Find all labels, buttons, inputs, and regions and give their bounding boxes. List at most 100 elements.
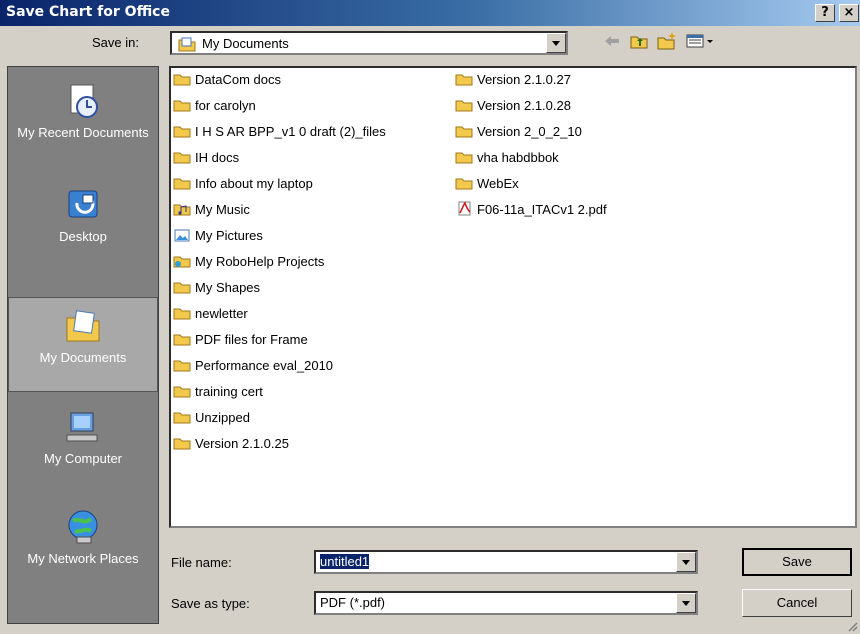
list-item[interactable]: Version 2_0_2_10 bbox=[455, 122, 582, 142]
list-item[interactable]: My Music bbox=[173, 200, 250, 220]
save-as-type-value: PDF (*.pdf) bbox=[320, 595, 386, 610]
folder-icon bbox=[455, 98, 473, 112]
chevron-down-icon[interactable] bbox=[546, 33, 566, 53]
file-name: My RoboHelp Projects bbox=[195, 254, 325, 269]
places-bar: My Recent Documents Desktop My Documents… bbox=[7, 66, 159, 624]
list-item[interactable]: Version 2.1.0.25 bbox=[173, 434, 289, 454]
place-label: My Documents bbox=[39, 350, 127, 365]
folder-icon bbox=[173, 384, 191, 398]
file-name: I H S AR BPP_v1 0 draft (2)_files bbox=[195, 124, 386, 139]
save-button[interactable]: Save bbox=[742, 548, 852, 576]
folder-icon bbox=[455, 72, 473, 86]
robohelp-folder-icon bbox=[173, 254, 191, 268]
desktop-icon bbox=[68, 190, 98, 218]
file-name: My Music bbox=[195, 202, 250, 217]
file-name: Performance eval_2010 bbox=[195, 358, 334, 373]
list-item[interactable]: F06-11a_ITACv1 2.pdf bbox=[455, 200, 607, 220]
file-name-field[interactable]: untitled1 bbox=[314, 550, 698, 574]
my-documents-icon bbox=[66, 310, 100, 342]
help-button[interactable]: ? bbox=[815, 4, 835, 22]
list-item[interactable]: My Pictures bbox=[173, 226, 263, 246]
list-item[interactable]: IH docs bbox=[173, 148, 239, 168]
place-label: My Computer bbox=[43, 451, 123, 466]
list-item[interactable]: WebEx bbox=[455, 174, 519, 194]
file-name: My Shapes bbox=[195, 280, 261, 295]
place-my-computer[interactable]: My Computer bbox=[8, 407, 158, 466]
file-name: IH docs bbox=[195, 150, 240, 165]
file-name-label: File name: bbox=[171, 555, 232, 570]
list-item[interactable]: PDF files for Frame bbox=[173, 330, 308, 350]
file-name: Version 2.1.0.28 bbox=[477, 98, 571, 113]
music-folder-icon bbox=[173, 202, 191, 216]
folder-icon bbox=[455, 124, 473, 138]
file-name: newletter bbox=[195, 306, 248, 321]
folder-icon bbox=[173, 410, 191, 424]
list-item[interactable]: Info about my laptop bbox=[173, 174, 313, 194]
file-name: Version 2.1.0.27 bbox=[477, 72, 571, 87]
folder-icon bbox=[173, 280, 191, 294]
close-button[interactable]: × bbox=[839, 4, 859, 22]
my-computer-icon bbox=[66, 412, 98, 442]
file-name: Version 2_0_2_10 bbox=[477, 124, 582, 139]
file-name: F06-11a_ITACv1 2.pdf bbox=[477, 202, 607, 217]
file-name: My Pictures bbox=[195, 228, 263, 243]
new-folder-icon[interactable] bbox=[655, 31, 679, 55]
folder-icon bbox=[455, 150, 473, 164]
list-item[interactable]: newletter bbox=[173, 304, 248, 324]
my-documents-small-icon bbox=[178, 37, 196, 52]
folder-icon bbox=[173, 436, 191, 450]
folder-icon bbox=[173, 176, 191, 190]
place-desktop[interactable]: Desktop bbox=[8, 185, 158, 244]
list-item[interactable]: Unzipped bbox=[173, 408, 250, 428]
list-item[interactable]: DataCom docs bbox=[173, 70, 281, 90]
place-my-recent-documents[interactable]: My Recent Documents bbox=[8, 81, 158, 140]
save-as-type-dropdown[interactable]: PDF (*.pdf) bbox=[314, 591, 698, 615]
save-in-dropdown[interactable]: My Documents bbox=[170, 31, 568, 55]
list-item[interactable]: for carolyn bbox=[173, 96, 256, 116]
folder-icon bbox=[173, 358, 191, 372]
chevron-down-icon[interactable] bbox=[676, 552, 696, 572]
place-label: My Network Places bbox=[27, 551, 139, 566]
up-folder-icon[interactable] bbox=[627, 31, 651, 55]
folder-icon bbox=[173, 332, 191, 346]
place-label: Desktop bbox=[59, 229, 107, 244]
title-bar: Save Chart for Office ? × bbox=[0, 0, 860, 26]
list-item[interactable]: My RoboHelp Projects bbox=[173, 252, 324, 272]
file-name-value: untitled1 bbox=[320, 554, 370, 569]
file-name: vha habdbbok bbox=[477, 150, 559, 165]
resize-grip-icon[interactable] bbox=[846, 620, 858, 632]
list-item[interactable]: vha habdbbok bbox=[455, 148, 559, 168]
cancel-button[interactable]: Cancel bbox=[742, 589, 852, 617]
folder-icon bbox=[455, 176, 473, 190]
place-my-documents[interactable]: My Documents bbox=[8, 297, 158, 392]
chevron-down-icon[interactable] bbox=[676, 593, 696, 613]
file-name: PDF files for Frame bbox=[195, 332, 308, 347]
list-item[interactable]: Version 2.1.0.27 bbox=[455, 70, 571, 90]
recent-documents-icon bbox=[70, 84, 98, 118]
list-item[interactable]: I H S AR BPP_v1 0 draft (2)_files bbox=[173, 122, 386, 142]
file-name: training cert bbox=[195, 384, 263, 399]
save-in-label: Save in: bbox=[92, 35, 139, 50]
pictures-folder-icon bbox=[173, 228, 191, 242]
file-name: Info about my laptop bbox=[195, 176, 313, 191]
folder-icon bbox=[173, 98, 191, 112]
list-item[interactable]: My Shapes bbox=[173, 278, 260, 298]
list-item[interactable]: Version 2.1.0.28 bbox=[455, 96, 571, 116]
views-menu-icon[interactable] bbox=[683, 31, 717, 55]
folder-icon bbox=[173, 72, 191, 86]
save-in-value: My Documents bbox=[202, 36, 289, 51]
file-name: Version 2.1.0.25 bbox=[195, 436, 289, 451]
list-item[interactable]: Performance eval_2010 bbox=[173, 356, 333, 376]
back-arrow-icon[interactable] bbox=[600, 31, 624, 55]
file-name: DataCom docs bbox=[195, 72, 281, 87]
window-title: Save Chart for Office bbox=[6, 4, 170, 20]
folder-icon bbox=[173, 150, 191, 164]
list-item[interactable]: training cert bbox=[173, 382, 263, 402]
pdf-file-icon bbox=[455, 201, 473, 216]
place-label: My Recent Documents bbox=[17, 125, 149, 140]
file-name: Unzipped bbox=[195, 410, 250, 425]
folder-icon bbox=[173, 124, 191, 138]
file-list[interactable]: DataCom docs for carolyn I H S AR BPP_v1… bbox=[169, 66, 857, 528]
place-my-network-places[interactable]: My Network Places bbox=[8, 507, 158, 566]
network-places-icon bbox=[68, 510, 98, 544]
